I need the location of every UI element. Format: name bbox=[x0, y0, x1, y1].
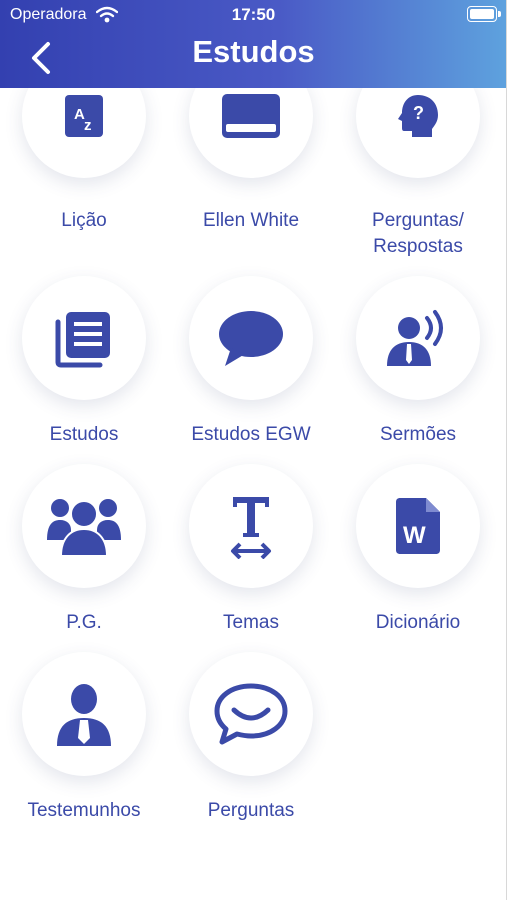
studies-grid: A z Lição Ellen White ? Perguntas/ Respo… bbox=[0, 88, 507, 900]
chat-smile-icon bbox=[214, 683, 288, 745]
svg-text:?: ? bbox=[413, 103, 424, 123]
word-file-icon: W bbox=[396, 498, 440, 554]
text-width-icon bbox=[231, 497, 271, 559]
svg-text:z: z bbox=[84, 117, 92, 134]
grid-item-label: Temas bbox=[223, 612, 279, 633]
grid-item-label: Sermões bbox=[379, 424, 457, 445]
person-tie-icon bbox=[57, 684, 111, 746]
icon-circle: ? bbox=[356, 88, 480, 178]
battery-icon bbox=[467, 6, 501, 22]
icon-circle bbox=[189, 464, 313, 588]
documents-icon bbox=[55, 312, 110, 368]
icon-circle bbox=[189, 276, 313, 400]
grid-item-label: Perguntas bbox=[207, 800, 295, 821]
status-bar: Operadora 17:50 bbox=[0, 0, 507, 30]
label-text: Perguntas/ Respostas bbox=[372, 210, 464, 257]
grid-item-estudos[interactable]: Estudos bbox=[0, 276, 168, 464]
app-header: Operadora 17:50 Estudos bbox=[0, 0, 507, 88]
status-time: 17:50 bbox=[231, 5, 276, 24]
speaker-person-icon bbox=[387, 310, 443, 366]
icon-circle bbox=[189, 88, 313, 178]
grid-item-testemunhos[interactable]: Testemunhos bbox=[0, 652, 168, 840]
grid-item-estudos-egw[interactable]: Estudos EGW bbox=[167, 276, 335, 464]
icon-circle bbox=[22, 652, 146, 776]
grid-item-label: Testemunhos bbox=[27, 800, 141, 821]
grid-item-temas[interactable]: Temas bbox=[167, 464, 335, 652]
grid-item-label: Estudos bbox=[49, 424, 119, 445]
icon-circle bbox=[356, 276, 480, 400]
book-icon bbox=[222, 94, 280, 138]
icon-circle: A z bbox=[22, 88, 146, 178]
grid-item-label: Lição bbox=[61, 210, 107, 231]
grid-item-licao[interactable]: A z Lição bbox=[0, 88, 168, 276]
grid-item-label: P.G. bbox=[66, 612, 102, 633]
grid-item-label: Estudos EGW bbox=[191, 424, 311, 445]
grid-item-perguntas[interactable]: Perguntas bbox=[167, 652, 335, 840]
grid-item-sermoes[interactable]: Sermões bbox=[334, 276, 502, 464]
grid-item-dicionario[interactable]: W Dicionário bbox=[334, 464, 502, 652]
grid-item-label: Perguntas/ Respostas bbox=[334, 208, 502, 260]
icon-circle bbox=[22, 464, 146, 588]
lesson-book-icon: A z bbox=[65, 95, 103, 137]
grid-item-perguntas-respostas[interactable]: ? Perguntas/ Respostas bbox=[334, 88, 502, 276]
icon-circle: W bbox=[356, 464, 480, 588]
grid-item-pg[interactable]: P.G. bbox=[0, 464, 168, 652]
head-question-icon: ? bbox=[398, 95, 438, 137]
grid-item-label: Ellen White bbox=[202, 210, 300, 231]
page-title: Estudos bbox=[192, 34, 315, 69]
grid-item-label: Dicionário bbox=[375, 612, 461, 633]
speech-bubble-icon bbox=[219, 311, 283, 366]
icon-circle bbox=[189, 652, 313, 776]
svg-text:W: W bbox=[403, 522, 426, 549]
group-people-icon bbox=[47, 499, 121, 556]
grid-item-ellen-white[interactable]: Ellen White bbox=[167, 88, 335, 276]
icon-circle bbox=[22, 276, 146, 400]
